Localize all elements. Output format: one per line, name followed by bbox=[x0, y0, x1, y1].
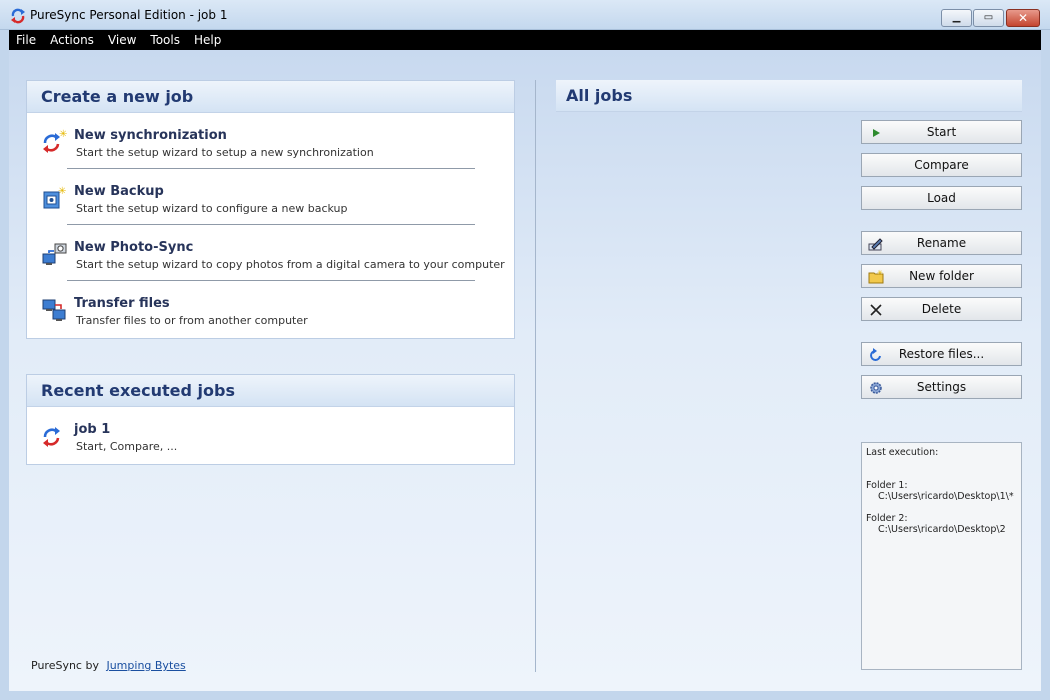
menu-bar: File Actions View Tools Help bbox=[9, 30, 1041, 50]
last-execution-label: Last execution: bbox=[866, 447, 939, 458]
sync-icon bbox=[43, 427, 60, 447]
svg-text:✳: ✳ bbox=[877, 269, 883, 277]
restore-label: Restore files... bbox=[898, 347, 985, 361]
load-button[interactable]: Load bbox=[861, 186, 1022, 210]
compare-button[interactable]: Compare bbox=[861, 153, 1022, 177]
new-folder-button[interactable]: ✳ New folder bbox=[861, 264, 1022, 288]
title-bar[interactable]: PureSync Personal Edition - job 1 ▁ ▭ ✕ bbox=[0, 0, 1050, 30]
compare-label: Compare bbox=[914, 158, 969, 172]
item-description: Start the setup wizard to setup a new sy… bbox=[76, 146, 374, 159]
settings-label: Settings bbox=[916, 380, 967, 394]
delete-icon bbox=[868, 302, 884, 318]
menu-view[interactable]: View bbox=[101, 33, 143, 47]
footer-prefix: PureSync by bbox=[31, 659, 99, 672]
close-icon: ✕ bbox=[1017, 11, 1029, 25]
folder2-label: Folder 2: bbox=[866, 513, 908, 524]
create-job-title: Create a new job bbox=[27, 81, 514, 113]
menu-actions[interactable]: Actions bbox=[43, 33, 101, 47]
maximize-button[interactable]: ▭ bbox=[973, 9, 1004, 27]
panel-separator bbox=[535, 80, 536, 672]
menu-help[interactable]: Help bbox=[187, 33, 228, 47]
close-button[interactable]: ✕ bbox=[1006, 9, 1040, 27]
item-description: Start, Compare, ... bbox=[76, 440, 178, 453]
item-description: Transfer files to or from another comput… bbox=[76, 314, 308, 327]
transfer-files-item[interactable]: Transfer files Transfer files to or from… bbox=[27, 281, 514, 337]
menu-tools[interactable]: Tools bbox=[143, 33, 187, 47]
svg-text:✳: ✳ bbox=[58, 186, 66, 197]
item-description: Start the setup wizard to configure a ne… bbox=[76, 202, 348, 215]
main-content: Create a new job ✳ New synchronization S… bbox=[9, 50, 1041, 691]
last-execution-panel: Last execution: Folder 1: C:\Users\ricar… bbox=[861, 442, 1022, 670]
svg-text:✳: ✳ bbox=[59, 129, 67, 140]
new-photo-sync-item[interactable]: New Photo-Sync Start the setup wizard to… bbox=[27, 225, 514, 281]
window-title: PureSync Personal Edition - job 1 bbox=[30, 8, 228, 22]
rename-icon bbox=[868, 236, 884, 252]
folder-icon: ✳ bbox=[868, 269, 884, 285]
rename-label: Rename bbox=[916, 236, 967, 250]
delete-label: Delete bbox=[921, 302, 962, 316]
all-jobs-title: All jobs bbox=[556, 80, 1022, 112]
load-label: Load bbox=[927, 191, 956, 205]
backup-new-icon: ✳ bbox=[43, 186, 66, 209]
settings-button[interactable]: Settings bbox=[861, 375, 1022, 399]
new-synchronization-item[interactable]: ✳ New synchronization Start the setup wi… bbox=[27, 113, 514, 169]
menu-file[interactable]: File bbox=[9, 33, 43, 47]
folder1-label: Folder 1: bbox=[866, 480, 908, 491]
new-folder-label: New folder bbox=[909, 269, 974, 283]
folder1-path: C:\Users\ricardo\Desktop\1\* bbox=[878, 491, 1014, 502]
footer: PureSync by Jumping Bytes bbox=[31, 659, 186, 672]
new-backup-item[interactable]: ✳ New Backup Start the setup wizard to c… bbox=[27, 169, 514, 225]
play-icon bbox=[868, 125, 884, 141]
window-border-right bbox=[1041, 30, 1050, 700]
window-border-left bbox=[0, 30, 9, 700]
item-description: Start the setup wizard to copy photos fr… bbox=[76, 258, 505, 271]
start-button[interactable]: Start bbox=[861, 120, 1022, 144]
recent-jobs-panel: Recent executed jobs job 1 Start, Compar… bbox=[26, 374, 515, 465]
item-title: Transfer files bbox=[74, 296, 170, 311]
item-title: New synchronization bbox=[74, 128, 227, 143]
transfer-icon bbox=[42, 299, 66, 321]
sync-new-icon: ✳ bbox=[43, 129, 67, 153]
item-title: New Photo-Sync bbox=[74, 240, 194, 255]
minimize-icon: ▁ bbox=[952, 12, 961, 23]
create-job-panel: Create a new job ✳ New synchronization S… bbox=[26, 80, 515, 339]
jumping-bytes-link[interactable]: Jumping Bytes bbox=[106, 659, 185, 672]
folder2-path: C:\Users\ricardo\Desktop\2 bbox=[878, 524, 1006, 535]
restore-icon bbox=[868, 347, 884, 363]
recent-job-item[interactable]: job 1 Start, Compare, ... bbox=[27, 407, 514, 463]
window-border-bottom bbox=[0, 691, 1050, 700]
delete-button[interactable]: Delete bbox=[861, 297, 1022, 321]
restore-files-button[interactable]: Restore files... bbox=[861, 342, 1022, 366]
start-label: Start bbox=[926, 125, 957, 139]
minimize-button[interactable]: ▁ bbox=[941, 9, 972, 27]
recent-jobs-title: Recent executed jobs bbox=[27, 375, 514, 407]
photo-sync-icon bbox=[42, 243, 67, 265]
item-title: job 1 bbox=[74, 422, 111, 437]
maximize-icon: ▭ bbox=[983, 12, 994, 23]
gear-icon bbox=[868, 380, 884, 396]
puresync-app-icon bbox=[11, 8, 25, 24]
rename-button[interactable]: Rename bbox=[861, 231, 1022, 255]
item-title: New Backup bbox=[74, 184, 164, 199]
